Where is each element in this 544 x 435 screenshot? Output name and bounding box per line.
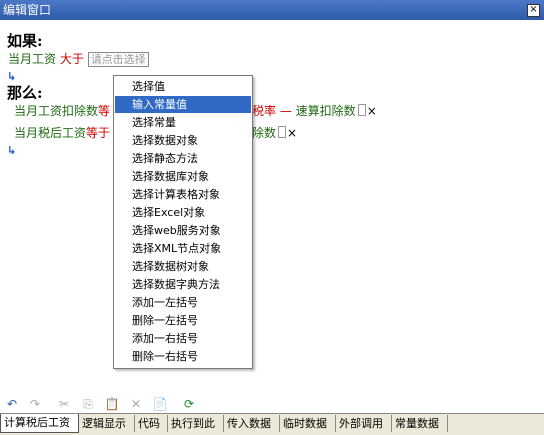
tab-temp-data[interactable]: 临时数据 <box>280 415 336 432</box>
value-type-context-menu: 选择值 输入常量值 选择常量 选择数据对象 选择静态方法 选择数据库对象 选择计… <box>113 75 253 369</box>
rule-2-marker[interactable] <box>278 126 287 138</box>
cut-icon[interactable]: ✂ <box>56 396 72 412</box>
condition-value-placeholder[interactable]: 请点击选择 <box>87 52 149 67</box>
then-section-title: 那么: <box>7 84 43 102</box>
menu-item-add-left-paren[interactable]: 添加一左括号 <box>115 294 251 311</box>
paste-icon[interactable]: 📋 <box>104 396 120 412</box>
delete-icon[interactable]: ✕ <box>128 396 144 412</box>
rule-1-delete-icon[interactable]: × <box>367 104 377 118</box>
menu-item-select-constant[interactable]: 选择常量 <box>115 114 251 131</box>
tab-input-data[interactable]: 传入数据 <box>224 415 280 432</box>
rule-1-rate-field[interactable]: 税率 <box>252 104 276 118</box>
menu-item-input-constant[interactable]: 输入常量值 <box>115 96 251 113</box>
rule-1-minus-operator[interactable]: — <box>280 104 292 118</box>
if-condition-line: 当月工资 大于 请点击选择 <box>8 50 149 67</box>
rule-editor-canvas: 如果: 当月工资 大于 请点击选择 ↳ 那么: 当月工资扣除数等 税率 — 速算… <box>0 20 544 395</box>
menu-item-select-data-tree-object[interactable]: 选择数据树对象 <box>115 258 251 275</box>
refresh-icon[interactable]: ⟳ <box>181 396 197 412</box>
properties-icon[interactable]: 📄 <box>152 396 168 412</box>
rule-2-operator[interactable]: 等于 <box>86 126 110 140</box>
menu-item-select-calc-table-object[interactable]: 选择计算表格对象 <box>115 186 251 203</box>
condition-operator[interactable]: 大于 <box>60 52 84 66</box>
add-rule-arrow-icon[interactable]: ↳ <box>7 144 16 157</box>
then-rule-2-right: 除数 × <box>252 124 297 141</box>
menu-item-add-right-paren[interactable]: 添加一右括号 <box>115 330 251 347</box>
bottom-tab-bar: 计算税后工资 逻辑显示 代码 执行到此 传入数据 临时数据 外部调用 常量数据 <box>0 413 544 435</box>
menu-item-select-value[interactable]: 选择值 <box>115 78 251 95</box>
menu-item-select-data-object[interactable]: 选择数据对象 <box>115 132 251 149</box>
copy-icon[interactable]: ⎘ <box>80 396 96 412</box>
rule-2-value-field[interactable]: 除数 <box>252 126 276 140</box>
menu-item-select-excel-object[interactable]: 选择Excel对象 <box>115 204 251 221</box>
rule-1-target-field[interactable]: 当月工资扣除数 <box>14 104 98 118</box>
tab-calc-after-tax-salary[interactable]: 计算税后工资 <box>0 414 79 433</box>
rule-1-marker[interactable] <box>357 104 366 116</box>
rule-1-deduction-field[interactable]: 速算扣除数 <box>296 104 356 118</box>
window-title: 编辑窗口 <box>3 3 52 17</box>
then-rule-2-left: 当月税后工资等于 <box>14 124 110 141</box>
menu-item-select-xml-node-object[interactable]: 选择XML节点对象 <box>115 240 251 257</box>
menu-item-select-dictionary-method[interactable]: 选择数据字典方法 <box>115 276 251 293</box>
tab-code[interactable]: 代码 <box>135 415 168 432</box>
rule-1-operator[interactable]: 等 <box>98 104 110 118</box>
window-titlebar: 编辑窗口 × <box>0 0 544 20</box>
rule-2-target-field[interactable]: 当月税后工资 <box>14 126 86 140</box>
menu-item-select-web-service-object[interactable]: 选择web服务对象 <box>115 222 251 239</box>
if-section-title: 如果: <box>7 32 43 50</box>
close-icon[interactable]: × <box>527 4 540 17</box>
editor-toolbar: ↶ ↷ ✂ ⎘ 📋 ✕ 📄 ⟳ <box>0 395 544 413</box>
tab-run-to-here[interactable]: 执行到此 <box>168 415 224 432</box>
tab-logic-display[interactable]: 逻辑显示 <box>79 415 135 432</box>
then-rule-1-left: 当月工资扣除数等 <box>14 102 110 119</box>
condition-field[interactable]: 当月工资 <box>8 52 56 66</box>
redo-icon[interactable]: ↷ <box>27 396 43 412</box>
tab-external-call[interactable]: 外部调用 <box>336 415 392 432</box>
rule-2-delete-icon[interactable]: × <box>287 126 297 140</box>
menu-item-select-static-method[interactable]: 选择静态方法 <box>115 150 251 167</box>
tab-constant-data[interactable]: 常量数据 <box>392 415 448 432</box>
menu-item-delete-left-paren[interactable]: 删除一左括号 <box>115 312 251 329</box>
then-rule-1-right: 税率 — 速算扣除数 × <box>252 102 377 119</box>
menu-item-delete-right-paren[interactable]: 删除一右括号 <box>115 348 251 365</box>
undo-icon[interactable]: ↶ <box>4 396 20 412</box>
menu-item-select-database-object[interactable]: 选择数据库对象 <box>115 168 251 185</box>
